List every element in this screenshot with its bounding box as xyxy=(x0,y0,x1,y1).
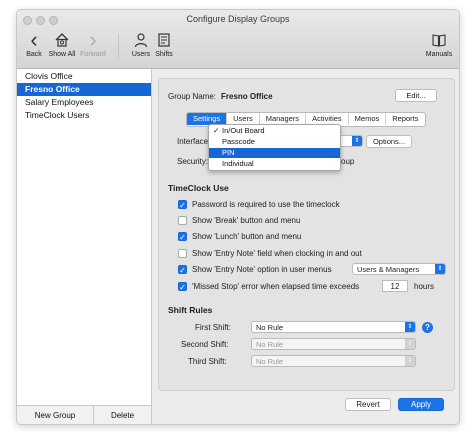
checkmark-icon: ✓ xyxy=(213,126,220,135)
menu-item-pin[interactable]: PIN xyxy=(209,148,340,158)
show-break-checkbox[interactable]: ✓ xyxy=(178,216,187,225)
users-button[interactable]: Users xyxy=(129,29,153,58)
forward-label: Forward xyxy=(80,51,106,58)
manuals-label: Manuals xyxy=(425,51,453,58)
entry-note-menu-checkbox[interactable]: ✓ xyxy=(178,265,187,275)
entry-note-field-label: Show 'Entry Note' field when clocking in… xyxy=(192,249,362,258)
timeclock-use-heading: TimeClock Use xyxy=(168,183,229,193)
apply-button[interactable]: Apply xyxy=(398,398,444,411)
show-all-button[interactable]: Show All xyxy=(47,29,77,58)
back-label: Back xyxy=(26,51,42,58)
title-bar: Configure Display Groups ‹ Back Show All… xyxy=(17,10,459,69)
first-shift-value: No Rule xyxy=(256,323,284,332)
group-list-footer: New Group Delete xyxy=(17,405,152,424)
second-shift-value: No Rule xyxy=(256,340,284,349)
shift-schedule-icon xyxy=(152,29,176,51)
entry-note-audience-select[interactable]: Users & Managers ⇕ xyxy=(352,263,446,275)
entry-note-audience-value: Users & Managers xyxy=(357,265,420,274)
third-shift-label: Third Shift: xyxy=(188,357,227,366)
menu-item-label: In/Out Board xyxy=(222,126,265,135)
sidebar-item-salary-employees[interactable]: Salary Employees xyxy=(17,96,151,109)
tab-memos[interactable]: Memos xyxy=(349,113,387,125)
entry-note-field-checkbox[interactable]: ✓ xyxy=(178,249,187,258)
third-shift-value: No Rule xyxy=(256,357,284,366)
security-label: Security: xyxy=(177,157,209,166)
select-arrows-icon: ⇕ xyxy=(405,322,415,332)
interface-options-button[interactable]: Options... xyxy=(366,135,412,148)
back-button[interactable]: ‹ Back xyxy=(21,27,47,59)
forward-button[interactable]: › Forward xyxy=(78,27,108,59)
group-name-label: Group Name: xyxy=(168,92,217,101)
interface-label: Interface: xyxy=(177,137,211,146)
second-shift-select[interactable]: No Rule ⇕ xyxy=(251,338,416,350)
show-all-label: Show All xyxy=(48,51,76,58)
window-title: Configure Display Groups xyxy=(186,14,290,24)
chevron-left-icon: ‹ xyxy=(30,27,38,52)
select-arrows-icon: ⇕ xyxy=(405,356,415,366)
book-icon xyxy=(423,29,455,51)
sidebar-item-fresno-office[interactable]: Fresno Office xyxy=(17,83,151,96)
interface-popup-menu: ✓ In/Out Board Passcode PIN Individual xyxy=(208,124,341,171)
first-shift-label: First Shift: xyxy=(195,323,232,332)
sidebar-item-timeclock-users[interactable]: TimeClock Users xyxy=(17,109,151,122)
first-shift-select[interactable]: No Rule ⇕ xyxy=(251,321,416,333)
menu-item-individual[interactable]: Individual xyxy=(209,159,340,169)
new-group-button[interactable]: New Group xyxy=(17,406,94,424)
menu-item-passcode[interactable]: Passcode xyxy=(209,137,340,147)
missed-stop-label: 'Missed Stop' error when elapsed time ex… xyxy=(192,282,360,291)
tab-reports[interactable]: Reports xyxy=(386,113,424,125)
person-icon xyxy=(129,29,153,51)
missed-stop-checkbox[interactable]: ✓ xyxy=(178,282,187,292)
house-grid-icon xyxy=(47,29,77,51)
missed-stop-unit: hours xyxy=(414,282,435,291)
show-break-label: Show 'Break' button and menu xyxy=(192,216,301,225)
show-lunch-label: Show 'Lunch' button and menu xyxy=(192,232,302,241)
missed-stop-hours-input[interactable]: 12 xyxy=(382,280,408,292)
group-list: Clovis Office Fresno Office Salary Emplo… xyxy=(17,69,152,405)
shift-rules-heading: Shift Rules xyxy=(168,305,213,315)
password-required-checkbox[interactable]: ✓ xyxy=(178,200,187,210)
edit-group-button[interactable]: Edit... xyxy=(395,89,437,102)
delete-group-button[interactable]: Delete xyxy=(94,406,151,424)
configure-display-groups-window: Configure Display Groups ‹ Back Show All… xyxy=(16,9,460,425)
entry-note-menu-label: Show 'Entry Note' option in user menus xyxy=(192,265,332,274)
show-lunch-checkbox[interactable]: ✓ xyxy=(178,232,187,242)
second-shift-label: Second Shift: xyxy=(181,340,229,349)
sidebar-item-clovis-office[interactable]: Clovis Office xyxy=(17,70,151,83)
password-required-label: Password is required to use the timecloc… xyxy=(192,200,340,209)
security-value-fragment: oup xyxy=(341,157,355,166)
revert-button[interactable]: Revert xyxy=(345,398,391,411)
third-shift-select[interactable]: No Rule ⇕ xyxy=(251,355,416,367)
toolbar-divider xyxy=(118,34,119,58)
chevron-right-icon: › xyxy=(89,27,97,52)
select-arrows-icon: ⇕ xyxy=(352,136,362,146)
manuals-button[interactable]: Manuals xyxy=(423,29,455,58)
group-name-value: Fresno Office xyxy=(221,92,273,101)
select-arrows-icon: ⇕ xyxy=(435,264,445,274)
users-label: Users xyxy=(131,51,151,58)
shifts-label: Shifts xyxy=(155,51,173,58)
help-icon[interactable]: ? xyxy=(422,322,433,333)
select-arrows-icon: ⇕ xyxy=(405,339,415,349)
shifts-button[interactable]: Shifts xyxy=(152,29,176,58)
menu-item-in-out-board[interactable]: ✓ In/Out Board xyxy=(209,126,340,136)
